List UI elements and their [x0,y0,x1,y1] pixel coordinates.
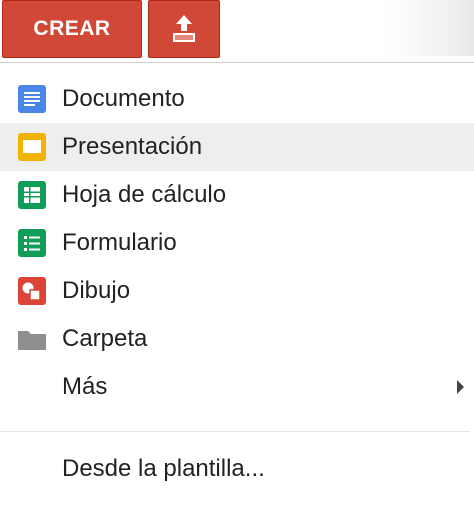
chevron-right-icon [457,380,464,394]
menu-item-label: Hoja de cálculo [62,181,227,208]
menu-item-label: Documento [62,85,185,112]
menu-item-label: Más [62,373,108,400]
presentation-icon [18,133,46,161]
menu-item-more[interactable]: Más [0,363,474,411]
toolbar: CREAR [0,0,474,62]
menu-item-presentation[interactable]: Presentación [0,123,474,171]
menu-item-label: Dibujo [62,277,131,304]
menu-item-label: Formulario [62,229,177,256]
toolbar-fade [384,0,474,56]
folder-icon [18,331,46,350]
menu-item-label: Presentación [62,133,203,160]
menu-item-folder[interactable]: Carpeta [0,315,474,363]
menu-item-form[interactable]: Formulario [0,219,474,267]
menu-item-spreadsheet[interactable]: Hoja de cálculo [0,171,474,219]
create-button[interactable]: CREAR [2,0,142,58]
menu-item-label: Desde la plantilla... [62,455,265,482]
upload-icon [173,15,195,42]
document-icon [18,85,46,113]
menu-item-label: Carpeta [62,325,148,352]
menu-separator [0,431,470,432]
menu-item-drawing[interactable]: Dibujo [0,267,474,315]
drawing-icon [18,277,46,305]
menu-item-from-template[interactable]: Desde la plantilla... [0,445,474,493]
form-icon [18,229,46,257]
upload-button[interactable] [148,0,220,58]
spreadsheet-icon [18,181,46,209]
menu-item-document[interactable]: Documento [0,75,474,123]
create-menu: Documento Presentación Hoja de cálculo F… [0,62,474,506]
